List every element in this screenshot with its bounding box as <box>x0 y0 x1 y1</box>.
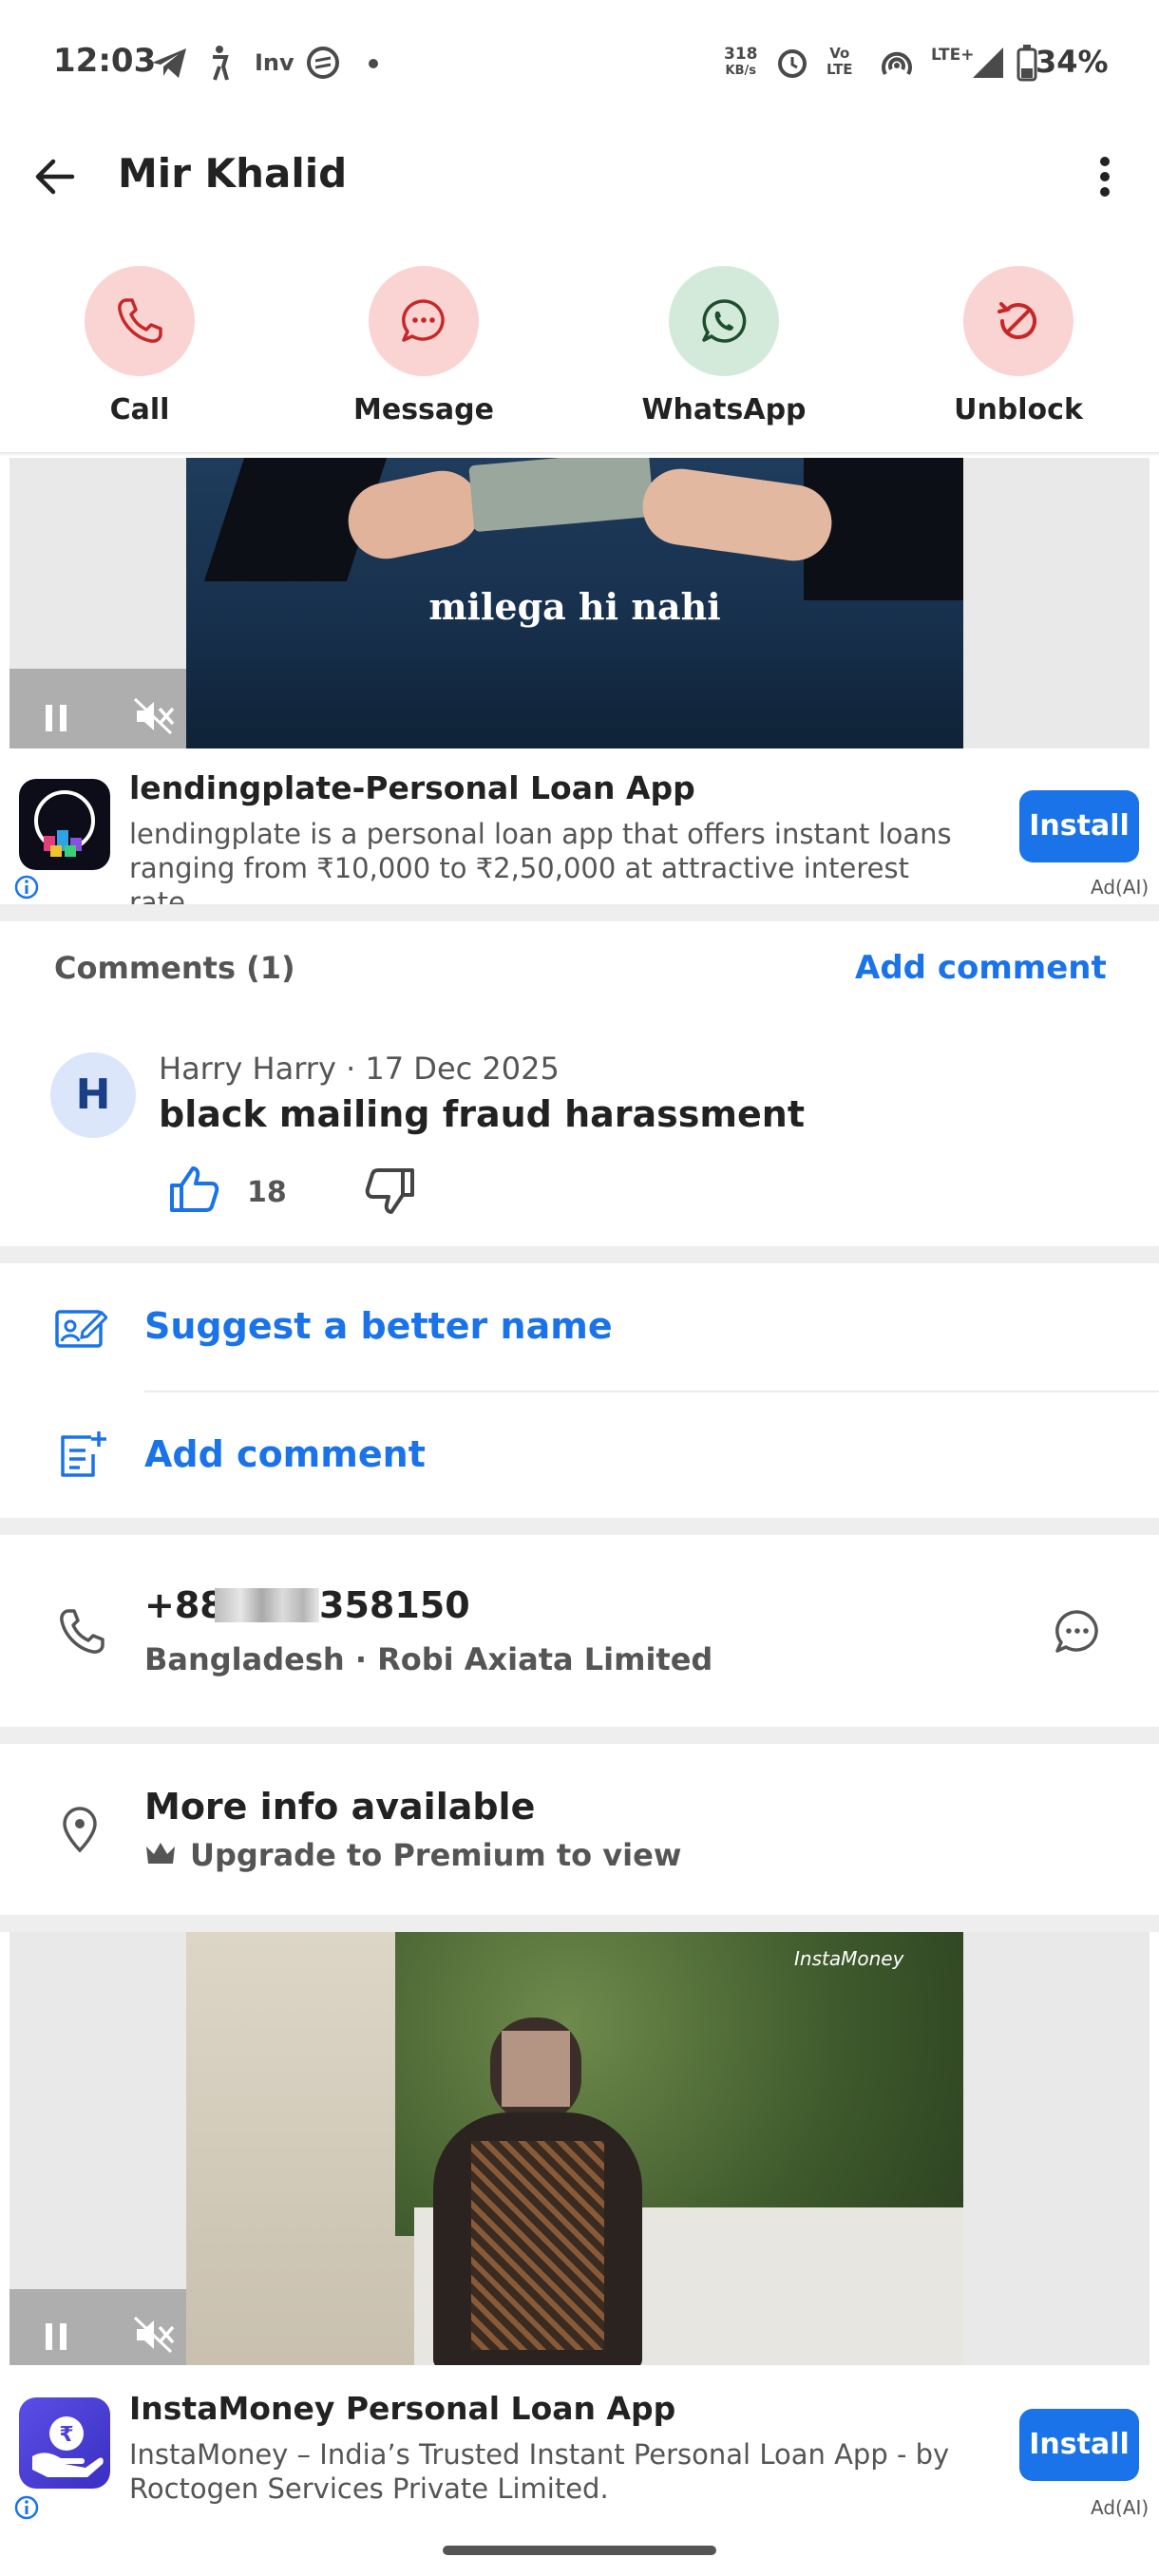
hotspot-icon <box>882 51 912 76</box>
thumbs-down-icon[interactable] <box>363 1166 416 1216</box>
message-button[interactable]: Message <box>329 266 519 426</box>
accessibility-icon <box>213 46 229 81</box>
wall <box>186 1932 414 2365</box>
ad-video-frame[interactable]: InstaMoney <box>186 1932 963 2365</box>
telegram-icon <box>152 48 186 78</box>
call-circle[interactable] <box>85 266 195 376</box>
unblock-circle[interactable] <box>963 266 1074 376</box>
instamoney-app-icon[interactable]: ₹ <box>19 2397 110 2489</box>
action-row-divider <box>0 452 1159 456</box>
suggest-name-icon <box>55 1310 107 1348</box>
chat-icon <box>402 299 445 342</box>
location-pin-icon <box>63 1807 97 1853</box>
ad-description-line1: lendingplate is a personal loan app that… <box>129 818 952 850</box>
status-time: 12:03 <box>53 42 157 80</box>
crown-icon <box>146 1843 175 1864</box>
phone-number-end[interactable]: 358150 <box>319 1584 470 1626</box>
volte-icon: Vo LTE <box>826 46 853 78</box>
ad-description-line2: Roctogen Services Private Limited. <box>129 2472 609 2505</box>
video-caption: milega hi nahi <box>428 585 721 628</box>
whatsapp-button[interactable]: WhatsApp <box>629 266 819 426</box>
upgrade-premium-link[interactable]: Upgrade to Premium to view <box>190 1837 681 1873</box>
phone-number-redacted <box>215 1588 319 1622</box>
add-comment-button[interactable]: Add comment <box>144 1433 426 1475</box>
phone-number-start[interactable]: +88 <box>144 1584 225 1626</box>
phone-carrier: Bangladesh · Robi Axiata Limited <box>144 1641 713 1677</box>
comment-text: black mailing fraud harassment <box>159 1093 805 1135</box>
whatsapp-icon <box>702 299 747 343</box>
phone-icon <box>118 298 162 343</box>
cash-bundle <box>468 458 655 533</box>
more-info-title: More info available <box>144 1786 536 1828</box>
install-button[interactable]: Install <box>1019 790 1139 862</box>
comments-header: Comments (1) <box>54 950 295 986</box>
install-button[interactable]: Install <box>1019 2409 1139 2481</box>
list-divider <box>144 1391 1159 1392</box>
ad-tag: Ad(AI) <box>1091 2496 1150 2519</box>
ad-tag: Ad(AI) <box>1091 876 1150 899</box>
section-divider <box>0 1915 1159 1932</box>
section-divider <box>0 1518 1159 1535</box>
suggest-name-button[interactable]: Suggest a better name <box>144 1305 613 1347</box>
call-button[interactable]: Call <box>45 266 235 426</box>
whatsapp-label: WhatsApp <box>641 393 807 426</box>
ad-video-frame[interactable]: milega hi nahi <box>186 458 963 748</box>
pause-icon[interactable] <box>40 701 72 733</box>
ad-description-line1: InstaMoney – India’s Trusted Instant Per… <box>129 2438 950 2471</box>
net-speed-unit: KB/s <box>725 64 756 78</box>
section-divider <box>0 1727 1159 1744</box>
ad-title[interactable]: lendingplate-Personal Loan App <box>129 769 695 806</box>
chat-icon[interactable] <box>1053 1607 1102 1657</box>
svg-text:₹: ₹ <box>59 2423 73 2447</box>
message-label: Message <box>353 393 494 426</box>
lendingplate-app-icon[interactable] <box>19 779 110 870</box>
add-note-icon <box>61 1431 106 1477</box>
ad-title[interactable]: InstaMoney Personal Loan App <box>129 2390 675 2427</box>
call-label: Call <box>109 393 170 426</box>
net-speed-icon: 318 KB/s <box>724 46 758 80</box>
instamoney-logo-icon: ₹ <box>32 2416 104 2477</box>
phone-icon <box>60 1609 104 1654</box>
whatsapp-circle[interactable] <box>669 266 779 376</box>
mute-icon[interactable] <box>133 2316 175 2354</box>
message-circle[interactable] <box>369 266 479 376</box>
status-bar: 12:03 Inv 318 KB/s Vo LTE LTE+ 34% <box>0 0 1159 128</box>
inv-icon: Inv <box>255 49 294 76</box>
gesture-bar[interactable] <box>443 2546 716 2555</box>
thumbs-up-icon[interactable] <box>168 1165 221 1214</box>
avatar: H <box>50 1052 136 1138</box>
volte-top: Vo <box>829 45 850 62</box>
pause-icon[interactable] <box>40 2320 72 2352</box>
signal-icon <box>973 47 1003 78</box>
ad-info-icon[interactable] <box>13 2494 40 2521</box>
circle-notification-icon <box>307 47 339 79</box>
lendingplate-logo-icon <box>34 790 95 857</box>
ad-info-icon[interactable] <box>13 874 40 900</box>
more-vert-icon[interactable] <box>1092 156 1117 198</box>
net-speed-value: 318 <box>724 45 758 64</box>
mute-icon[interactable] <box>133 697 175 735</box>
lte-icon: LTE+ <box>931 46 975 65</box>
volte-bottom: LTE <box>826 61 853 78</box>
unblock-icon <box>998 302 1036 340</box>
section-divider <box>0 1246 1159 1263</box>
arrow-left-icon[interactable] <box>34 156 76 198</box>
like-count: 18 <box>247 1176 287 1209</box>
person-face-blurred <box>502 2031 570 2107</box>
ad-description: InstaMoney – India’s Trusted Instant Per… <box>129 2437 984 2506</box>
add-comment-link[interactable]: Add comment <box>855 949 1107 987</box>
page-title: Mir Khalid <box>118 150 348 197</box>
comment-author: Harry Harry · 17 Dec 2025 <box>159 1051 560 1087</box>
unblock-button[interactable]: Unblock <box>923 266 1113 426</box>
unblock-label: Unblock <box>954 393 1083 426</box>
kurta-pattern <box>471 2141 604 2350</box>
battery-icon <box>1016 45 1037 82</box>
section-divider <box>0 904 1159 921</box>
instamoney-watermark: InstaMoney <box>794 1947 904 1970</box>
alarm-icon <box>778 49 807 78</box>
dot-icon <box>369 59 378 68</box>
battery-percent: 34% <box>1036 44 1109 80</box>
